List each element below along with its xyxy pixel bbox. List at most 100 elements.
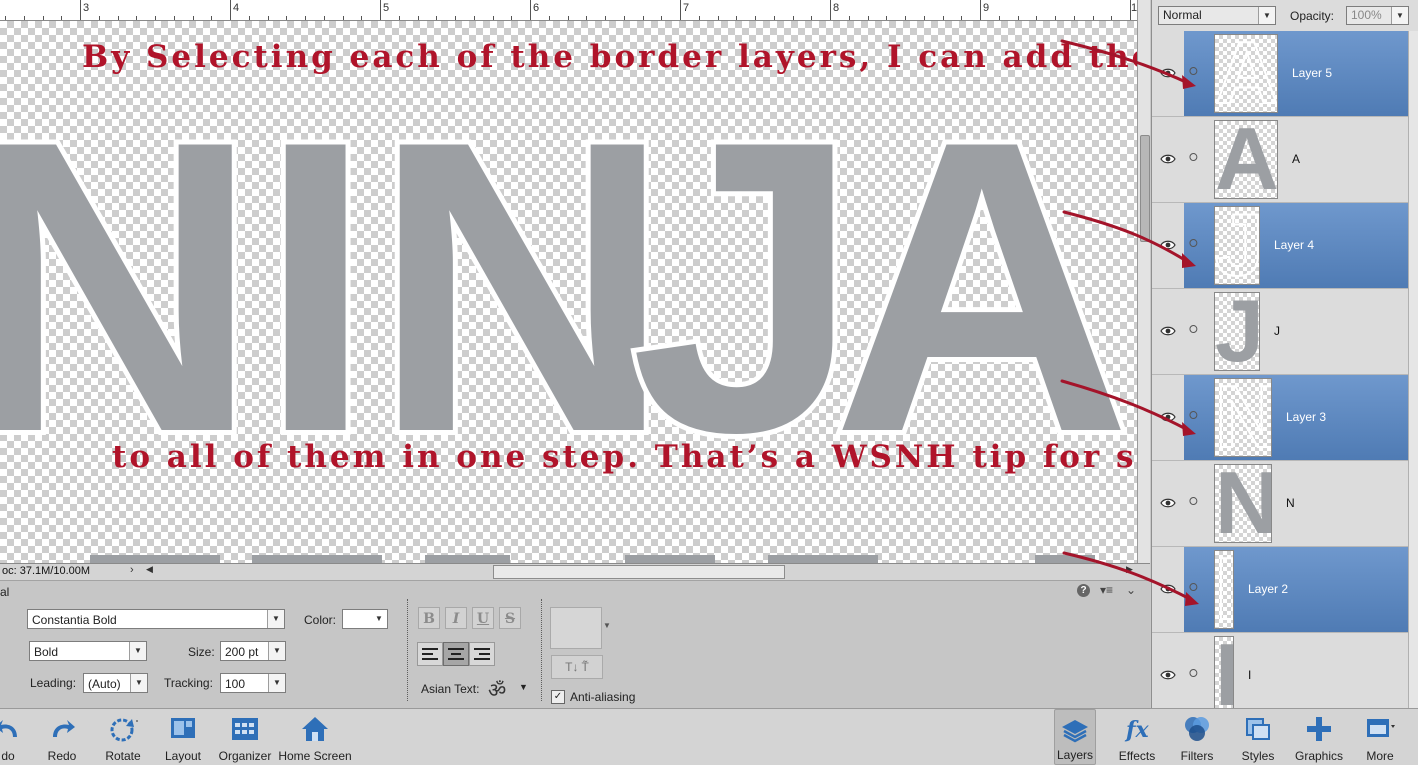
layer-row[interactable]: ⭘ N Layer 3 bbox=[1152, 375, 1408, 461]
tool-options-bar: al Constantia Bold ▼ Bold ▼ Leading: (Au… bbox=[0, 580, 1150, 709]
redo-button[interactable]: Redo bbox=[40, 709, 84, 765]
opacity-field[interactable]: 100% ▼ bbox=[1346, 6, 1409, 25]
chevron-down-icon[interactable]: ▼ bbox=[603, 621, 611, 630]
undo-button[interactable]: do bbox=[0, 709, 28, 765]
ruler-minor-tick bbox=[1036, 16, 1037, 20]
layer-name: Layer 3 bbox=[1286, 410, 1327, 424]
layer-name: Layer 2 bbox=[1248, 582, 1289, 596]
chevron-down-icon[interactable]: ▼ bbox=[130, 674, 147, 692]
ruler-minor-tick bbox=[1074, 16, 1075, 20]
chevron-down-icon[interactable]: ▼ bbox=[1258, 7, 1275, 24]
filters-button[interactable]: Filters bbox=[1174, 709, 1220, 765]
letter-n-1[interactable]: N bbox=[0, 74, 265, 499]
leading-select[interactable]: (Auto) ▼ bbox=[83, 673, 148, 693]
layers-panel: Normal ▼ Opacity: 100% ▼ ⭘ A Layer 5 ⭘ A A ⭘ J L… bbox=[1151, 0, 1418, 719]
eye-icon[interactable] bbox=[1160, 153, 1176, 165]
layer-row[interactable]: ⭘ I Layer 2 bbox=[1152, 547, 1408, 633]
scroll-right-icon[interactable]: ▶ bbox=[1126, 564, 1133, 575]
eye-icon[interactable] bbox=[1160, 583, 1176, 595]
align-left-button[interactable] bbox=[417, 642, 443, 666]
ruler-number: 8 bbox=[833, 2, 840, 14]
eye-icon[interactable] bbox=[1160, 239, 1176, 251]
blend-mode-select[interactable]: Normal ▼ bbox=[1158, 6, 1276, 25]
link-icon[interactable]: ⭘ bbox=[1189, 238, 1198, 251]
text-orientation-button[interactable]: T↓ T̃ bbox=[551, 655, 603, 679]
font-style-select[interactable]: Bold ▼ bbox=[29, 641, 147, 661]
effects-button[interactable]: fx Effects bbox=[1112, 709, 1162, 765]
tracking-select[interactable]: 100 ▼ bbox=[220, 673, 286, 693]
organizer-button[interactable]: Organizer bbox=[216, 709, 274, 765]
font-family-select[interactable]: Constantia Bold ▼ bbox=[27, 609, 285, 629]
ruler-minor-tick bbox=[530, 12, 531, 20]
anti-aliasing-checkbox[interactable]: ✓ bbox=[551, 690, 565, 704]
link-icon[interactable]: ⭘ bbox=[1189, 668, 1198, 681]
status-bar: oc: 37.1M/10.00M › ◀ ▶ bbox=[0, 563, 1150, 580]
vertical-scrollbar[interactable] bbox=[1137, 0, 1150, 563]
home-screen-button[interactable]: Home Screen bbox=[276, 709, 354, 765]
styles-button[interactable]: Styles bbox=[1236, 709, 1280, 765]
align-right-button[interactable] bbox=[469, 642, 495, 666]
letter-j[interactable]: J bbox=[625, 74, 866, 499]
tracking-label: Tracking: bbox=[164, 676, 213, 690]
letter-i[interactable]: I bbox=[253, 74, 378, 499]
eye-icon[interactable] bbox=[1160, 67, 1176, 79]
ruler-minor-tick bbox=[511, 16, 512, 20]
rotate-button[interactable]: Rotate bbox=[98, 709, 148, 765]
list-menu-icon[interactable]: ▾≡ bbox=[1100, 583, 1113, 597]
graphics-button[interactable]: Graphics bbox=[1292, 709, 1346, 765]
layout-icon bbox=[171, 718, 195, 738]
size-value: 200 pt bbox=[225, 645, 259, 659]
eye-icon[interactable] bbox=[1160, 497, 1176, 509]
chevron-down-icon[interactable]: ▼ bbox=[519, 682, 528, 692]
layers-button[interactable]: Layers bbox=[1054, 709, 1096, 765]
chevron-down-icon[interactable]: ▼ bbox=[268, 674, 285, 692]
link-icon[interactable]: ⭘ bbox=[1189, 496, 1198, 509]
color-swatch[interactable]: ▼ bbox=[342, 609, 388, 629]
link-icon[interactable]: ⭘ bbox=[1189, 152, 1198, 165]
more-button[interactable]: More bbox=[1358, 709, 1402, 765]
layer-row[interactable]: ⭘ J J bbox=[1152, 289, 1408, 375]
layer-row[interactable]: ⭘ A Layer 5 bbox=[1152, 31, 1408, 117]
ruler-number: 3 bbox=[83, 2, 90, 14]
layout-button[interactable]: Layout bbox=[160, 709, 206, 765]
text-warp-preview[interactable] bbox=[550, 607, 602, 649]
chevron-down-icon[interactable]: ▼ bbox=[267, 610, 284, 628]
ruler-minor-tick bbox=[605, 16, 606, 20]
bold-button[interactable]: B bbox=[418, 607, 440, 629]
horizontal-scroll-thumb[interactable] bbox=[493, 565, 785, 579]
layer-row[interactable]: ⭘ I I bbox=[1152, 633, 1408, 719]
layers-scrollbar[interactable] bbox=[1408, 31, 1418, 708]
eye-icon[interactable] bbox=[1160, 669, 1176, 681]
layer-row[interactable]: ⭘ A A bbox=[1152, 117, 1408, 203]
document-canvas[interactable]: By Selecting each of the border layers, … bbox=[0, 21, 1137, 563]
chevron-down-icon[interactable]: ▼ bbox=[1391, 7, 1408, 24]
letter-a[interactable]: A bbox=[827, 74, 1137, 499]
chevron-down-icon[interactable]: ▼ bbox=[129, 642, 146, 660]
link-icon[interactable]: ⭘ bbox=[1189, 324, 1198, 337]
letter-n-2[interactable]: N bbox=[367, 74, 677, 499]
question-icon[interactable]: ? bbox=[1077, 584, 1090, 597]
rotate-icon bbox=[110, 718, 138, 742]
collapse-chevron-icon[interactable]: ⌄ bbox=[1126, 583, 1136, 597]
horizontal-ruler[interactable]: 3 4 5 6 7 8 9 1 bbox=[0, 0, 1137, 21]
chevron-down-icon[interactable]: ▼ bbox=[371, 610, 387, 628]
align-center-button[interactable] bbox=[443, 642, 469, 666]
layer-row[interactable]: ⭘ J Layer 4 bbox=[1152, 203, 1408, 289]
chevron-right-icon[interactable]: › bbox=[130, 564, 134, 576]
strikethrough-button[interactable]: S bbox=[499, 607, 521, 629]
link-icon[interactable]: ⭘ bbox=[1189, 66, 1198, 79]
undo-icon bbox=[0, 720, 17, 737]
eye-icon[interactable] bbox=[1160, 411, 1176, 423]
scroll-left-icon[interactable]: ◀ bbox=[146, 564, 153, 575]
ruler-minor-tick bbox=[418, 16, 419, 20]
asian-text-icon[interactable]: ॐ bbox=[488, 676, 506, 703]
link-icon[interactable]: ⭘ bbox=[1189, 410, 1198, 423]
vertical-scroll-thumb[interactable] bbox=[1140, 135, 1150, 242]
underline-button[interactable]: U bbox=[472, 607, 494, 629]
size-select[interactable]: 200 pt ▼ bbox=[220, 641, 286, 661]
chevron-down-icon[interactable]: ▼ bbox=[268, 642, 285, 660]
layer-row[interactable]: ⭘ N N bbox=[1152, 461, 1408, 547]
eye-icon[interactable] bbox=[1160, 325, 1176, 337]
italic-button[interactable]: I bbox=[445, 607, 467, 629]
link-icon[interactable]: ⭘ bbox=[1189, 582, 1198, 595]
